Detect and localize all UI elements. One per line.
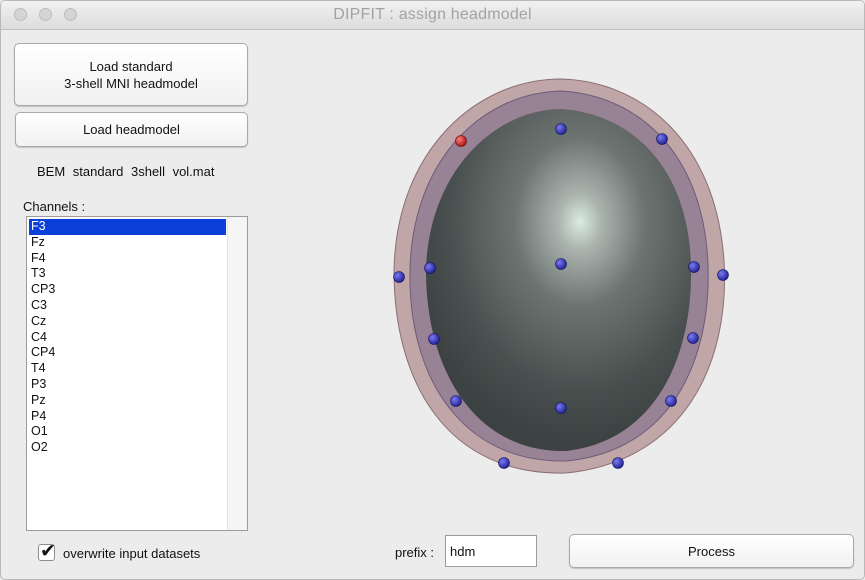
electrode-marker xyxy=(555,258,567,270)
channel-item-t4[interactable]: T4 xyxy=(29,361,226,377)
channel-item-p4[interactable]: P4 xyxy=(29,409,226,425)
window-title: DIPFIT : assign headmodel xyxy=(333,6,532,23)
channel-item-o1[interactable]: O1 xyxy=(29,424,226,440)
load-headmodel-button[interactable]: Load headmodel xyxy=(15,112,248,147)
channel-item-c3[interactable]: C3 xyxy=(29,298,226,314)
checkmark-icon: ✔ xyxy=(40,540,56,562)
overwrite-label: overwrite input datasets xyxy=(63,546,201,561)
electrode-marker xyxy=(555,402,567,414)
electrode-marker xyxy=(428,333,440,345)
electrode-marker xyxy=(424,262,436,274)
electrode-marker xyxy=(612,457,624,469)
channel-item-fz[interactable]: Fz xyxy=(29,235,226,251)
channel-item-f4[interactable]: F4 xyxy=(29,251,226,267)
electrode-marker xyxy=(687,332,699,344)
electrode-marker xyxy=(656,133,668,145)
channel-item-o2[interactable]: O2 xyxy=(29,440,226,456)
channel-item-cp3[interactable]: CP3 xyxy=(29,282,226,298)
selected-electrode-marker xyxy=(455,135,467,147)
channel-item-p3[interactable]: P3 xyxy=(29,377,226,393)
title-bar: DIPFIT : assign headmodel xyxy=(1,1,864,30)
electrode-marker xyxy=(688,261,700,273)
prefix-label: prefix : xyxy=(395,545,435,560)
channels-label: Channels : xyxy=(23,199,86,214)
brain-shell xyxy=(426,109,692,452)
electrode-marker xyxy=(450,395,462,407)
load-standard-headmodel-button[interactable]: Load standard 3-shell MNI headmodel xyxy=(14,43,248,106)
electrode-marker xyxy=(665,395,677,407)
electrode-marker xyxy=(555,123,567,135)
channel-item-cp4[interactable]: CP4 xyxy=(29,345,226,361)
electrode-marker xyxy=(393,271,405,283)
headmodel-3d-view[interactable] xyxy=(386,71,736,481)
dipfit-window: DIPFIT : assign headmodel Load standard … xyxy=(0,0,865,580)
channel-list: F3 Fz F4 T3 CP3 C3 Cz C4 CP4 T4 P3 Pz P4 O1 O2 xyxy=(29,219,226,456)
channel-item-cz[interactable]: Cz xyxy=(29,314,226,330)
channel-item-c4[interactable]: C4 xyxy=(29,330,226,346)
electrode-marker xyxy=(498,457,510,469)
channels-listbox[interactable]: F3 Fz F4 T3 CP3 C3 Cz C4 CP4 T4 P3 Pz P4 O1 O2 xyxy=(26,216,248,531)
channel-item-t3[interactable]: T3 xyxy=(29,266,226,282)
channel-item-pz[interactable]: Pz xyxy=(29,393,226,409)
volume-file-label: BEM standard 3shell vol.mat xyxy=(37,164,215,179)
channels-scrollbar[interactable] xyxy=(227,217,247,530)
electrode-marker xyxy=(717,269,729,281)
channel-item-f3[interactable]: F3 xyxy=(29,219,226,235)
process-button[interactable]: Process xyxy=(569,534,854,568)
prefix-input[interactable] xyxy=(445,535,537,567)
overwrite-checkbox[interactable]: ✔ xyxy=(38,540,56,562)
